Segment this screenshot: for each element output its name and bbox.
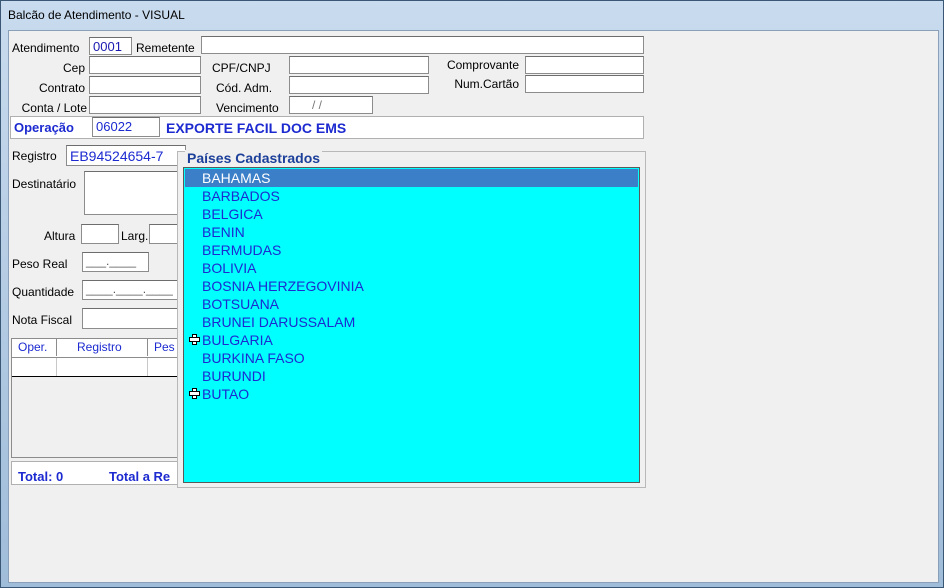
atendimento-field[interactable]: 0001 <box>89 37 132 55</box>
cod-adm-label: Cód. Adm. <box>216 81 273 95</box>
cep-label: Cep <box>62 61 85 75</box>
atendimento-label: Atendimento <box>12 41 80 55</box>
country-item[interactable]: BENIN <box>202 223 245 241</box>
total-label: Total: 0 <box>18 469 64 484</box>
contrato-label: Contrato <box>38 81 85 95</box>
quantidade-label: Quantidade <box>12 285 75 299</box>
total-receber-label: Total a Re <box>109 469 171 484</box>
operacao-code-field[interactable]: 06022 <box>92 117 160 137</box>
conta-lote-label: Conta / Lote <box>21 101 87 115</box>
quantidade-field[interactable]: ____.____.____ <box>82 280 184 300</box>
altura-field[interactable] <box>81 224 119 244</box>
destinatario-field[interactable] <box>84 171 184 215</box>
operacao-label: Operação <box>14 120 74 135</box>
peso-real-field[interactable]: ___.____ <box>82 252 149 272</box>
nota-fiscal-label: Nota Fiscal <box>12 313 73 327</box>
comprovante-field[interactable] <box>525 56 644 74</box>
crosshair-cursor-icon <box>189 334 200 345</box>
vencimento-field[interactable]: / / <box>289 96 373 114</box>
form-area: Atendimento 0001 Remetente Cep CPF/CNPJ … <box>8 30 939 583</box>
cod-adm-field[interactable] <box>289 76 429 94</box>
country-item[interactable]: BUTAO <box>202 385 249 403</box>
grid-header: Oper. Registro Pes <box>12 339 183 358</box>
vencimento-label: Vencimento <box>216 101 279 115</box>
peso-real-label: Peso Real <box>12 257 68 271</box>
crosshair-cursor-icon <box>189 388 200 399</box>
column-header-oper[interactable]: Oper. <box>12 339 57 356</box>
num-cartao-field[interactable] <box>525 75 644 93</box>
countries-popup: Países Cadastrados BAHAMAS BARBADOS BELGIC… <box>177 150 646 488</box>
country-item[interactable]: BRUNEI DARUSSALAM <box>202 313 355 331</box>
nota-fiscal-field[interactable] <box>82 308 184 329</box>
cpf-cnpj-label: CPF/CNPJ <box>212 61 271 75</box>
country-item[interactable]: BOLIVIA <box>202 259 256 277</box>
popup-title: Países Cadastrados <box>185 150 323 166</box>
comprovante-label: Comprovante <box>446 58 519 72</box>
remetente-label: Remetente <box>136 41 195 55</box>
country-item[interactable]: BARBADOS <box>202 187 280 205</box>
cpf-cnpj-field[interactable] <box>289 56 429 74</box>
app-window: Balcão de Atendimento - VISUAL Atendimen… <box>0 0 944 588</box>
operacao-description: EXPORTE FACIL DOC EMS <box>166 120 347 136</box>
items-grid[interactable]: Oper. Registro Pes <box>11 338 184 458</box>
cep-field[interactable] <box>89 56 201 74</box>
countries-list[interactable]: BAHAMAS BARBADOS BELGICA BENIN BERMUDAS BOLIV… <box>183 167 640 483</box>
country-item[interactable]: BERMUDAS <box>202 241 281 259</box>
country-item[interactable]: BELGICA <box>202 205 263 223</box>
contrato-field[interactable] <box>89 76 201 94</box>
country-item[interactable]: BOSNIA HERZEGOVINIA <box>202 277 364 295</box>
registro-field[interactable]: EB94524654-7 <box>66 145 186 166</box>
registro-label: Registro <box>12 149 57 163</box>
window-title: Balcão de Atendimento - VISUAL <box>8 8 185 22</box>
grid-empty-row[interactable] <box>12 358 183 377</box>
country-item[interactable]: BAHAMAS <box>202 169 270 187</box>
destinatario-label: Destinatário <box>12 177 77 191</box>
title-bar[interactable]: Balcão de Atendimento - VISUAL <box>1 1 943 29</box>
altura-label: Altura <box>44 229 76 243</box>
conta-lote-field[interactable] <box>89 96 201 114</box>
country-item[interactable]: BOTSUANA <box>202 295 279 313</box>
column-header-registro[interactable]: Registro <box>57 339 148 356</box>
num-cartao-label: Num.Cartão <box>454 77 519 91</box>
country-item[interactable]: BULGARIA <box>202 331 273 349</box>
country-item[interactable]: BURUNDI <box>202 367 266 385</box>
remetente-field[interactable] <box>201 36 644 54</box>
largura-label: Larg. <box>121 229 149 243</box>
country-item[interactable]: BURKINA FASO <box>202 349 305 367</box>
